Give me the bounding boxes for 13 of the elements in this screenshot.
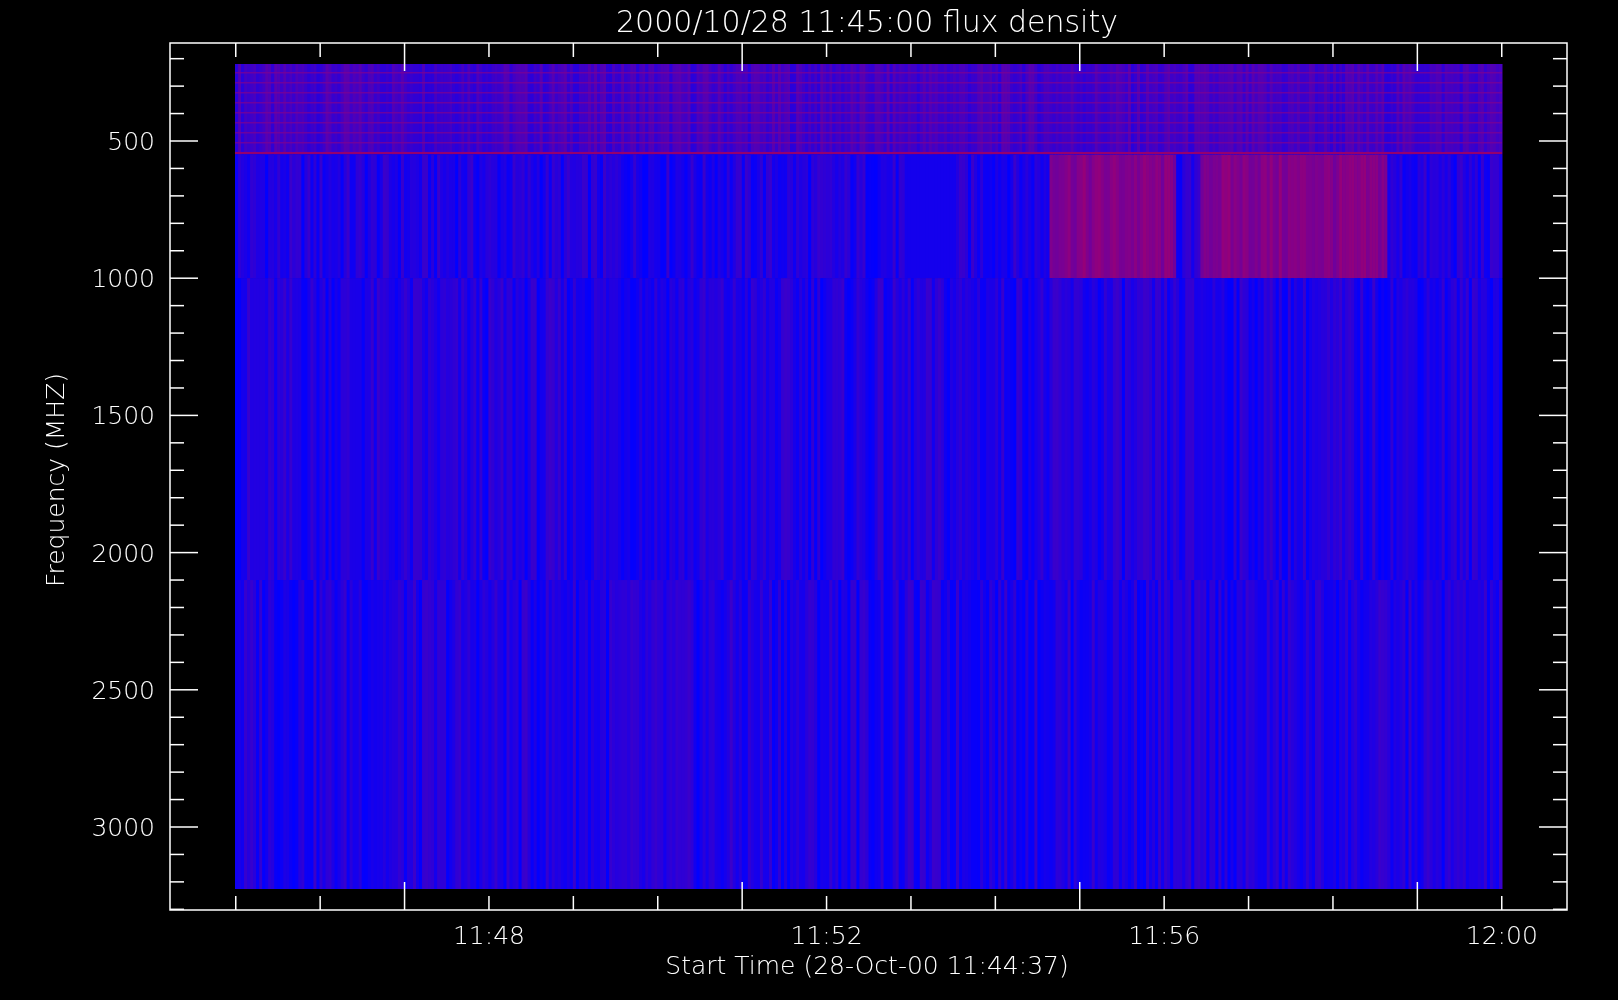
plot-title: 2000/10/28 11:45:00 flux density <box>616 4 1118 39</box>
y-tick-label: 1500 <box>91 401 155 431</box>
y-tick-label: 2000 <box>91 538 155 568</box>
y-axis-label: Frequency (MHZ) <box>41 372 70 588</box>
x-tick-label: 11:52 <box>790 921 863 950</box>
x-axis-label: Start Time (28-Oct-00 11:44:37) <box>665 951 1069 980</box>
y-tick-label: 1000 <box>91 264 155 294</box>
y-tick-label: 3000 <box>91 813 155 842</box>
x-tick-label: 11:48 <box>453 921 525 950</box>
y-tick-label: 2500 <box>91 675 155 705</box>
y-tick-label: 500 <box>107 127 155 156</box>
x-tick-label: 11:56 <box>1128 921 1201 950</box>
x-tick-label: 12:00 <box>1465 921 1538 950</box>
